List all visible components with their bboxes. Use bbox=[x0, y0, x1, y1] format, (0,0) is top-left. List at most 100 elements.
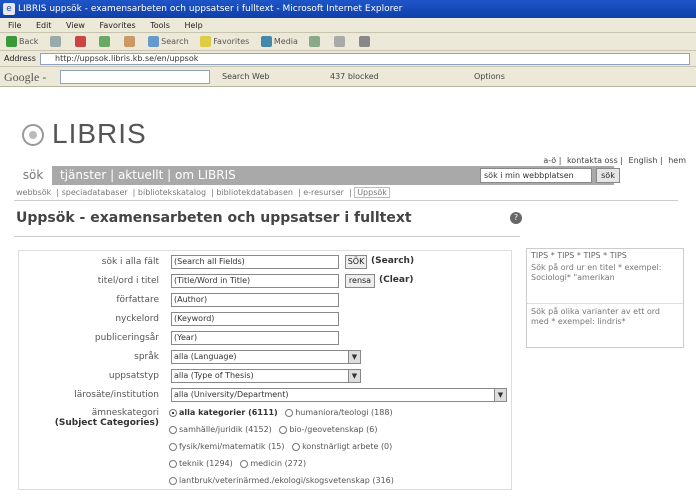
radio-icon bbox=[285, 408, 294, 417]
language-select-value: alla (Language) bbox=[174, 352, 237, 361]
subnav-speciadatabaser[interactable]: speciadatabaser bbox=[62, 188, 128, 197]
radio-option[interactable]: medicin (272) bbox=[240, 459, 306, 468]
thesis-type-select[interactable]: alla (Type of Thesis) ▼ bbox=[171, 369, 361, 383]
clear-label: (Clear) bbox=[379, 275, 414, 285]
university-select[interactable]: alla (University/Department) ▼ bbox=[171, 388, 507, 402]
tip-text: Sök på olika varianter av ett ord med * … bbox=[531, 307, 660, 326]
help-icon[interactable]: ? bbox=[510, 212, 522, 224]
subject-label: ämneskategori bbox=[91, 408, 159, 418]
title-label: titel/ord i titel bbox=[97, 276, 159, 286]
stop-button[interactable] bbox=[74, 33, 88, 51]
top-links: a-ö | kontakta oss | English | hem bbox=[543, 156, 686, 165]
author-input[interactable]: (Author) bbox=[171, 293, 339, 307]
keyword-input[interactable]: (Keyword) bbox=[171, 312, 339, 326]
chevron-down-icon: ▼ bbox=[494, 389, 506, 401]
subnav-bibliotekskatalog[interactable]: bibliotekskatalog bbox=[138, 188, 206, 197]
subject-row: fysik/kemi/matematik (15) konstnärligt a… bbox=[169, 442, 397, 451]
clear-button[interactable]: rensa bbox=[345, 274, 375, 288]
language-select[interactable]: alla (Language) ▼ bbox=[171, 350, 361, 364]
keyword-label: nyckelord bbox=[115, 314, 159, 324]
menu-favorites[interactable]: Favorites bbox=[100, 21, 136, 30]
radio-option[interactable]: konstnärligt arbete (0) bbox=[292, 442, 392, 451]
nav-sok[interactable]: sök bbox=[14, 166, 52, 185]
libris-logo[interactable]: LIBRIS bbox=[52, 118, 147, 150]
back-button[interactable]: Back bbox=[6, 33, 38, 51]
search-button[interactable]: Search bbox=[148, 33, 189, 51]
link-a-o[interactable]: a-ö bbox=[543, 156, 556, 165]
google-search-input[interactable] bbox=[60, 70, 210, 84]
refresh-button[interactable] bbox=[99, 33, 112, 51]
menubar: File Edit View Favorites Tools Help bbox=[0, 18, 696, 33]
menu-help[interactable]: Help bbox=[184, 21, 202, 30]
address-input[interactable]: http://uppsok.libris.kb.se/en/uppsok bbox=[40, 53, 690, 65]
menu-file[interactable]: File bbox=[8, 21, 21, 30]
thesis-type-select-value: alla (Type of Thesis) bbox=[174, 371, 254, 380]
media-button[interactable]: Media bbox=[260, 33, 298, 51]
mail-button[interactable] bbox=[334, 33, 347, 51]
radio-option[interactable]: lantbruk/veterinärmed./ekologi/skogsvete… bbox=[169, 476, 394, 485]
history-button[interactable] bbox=[309, 33, 322, 51]
tip-text: Sök på ord ur en titel * exempel: Sociol… bbox=[531, 263, 662, 282]
popup-blocked-button[interactable]: 437 blocked bbox=[330, 67, 379, 87]
site-search-input[interactable]: sök i min webbplatsen bbox=[480, 168, 592, 183]
address-bar: Address http://uppsok.libris.kb.se/en/up… bbox=[0, 51, 696, 67]
link-contact[interactable]: kontakta oss bbox=[567, 156, 618, 165]
star-icon bbox=[200, 36, 212, 47]
subject-row: alla kategorier (6111) humaniora/teologi… bbox=[169, 408, 398, 417]
nav-items[interactable]: tjänster | aktuellt | om LIBRIS bbox=[60, 166, 236, 185]
radio-option[interactable]: alla kategorier (6111) bbox=[169, 408, 278, 417]
refresh-icon bbox=[99, 36, 111, 47]
home-button[interactable] bbox=[123, 33, 137, 51]
ie-icon: e bbox=[3, 3, 15, 15]
menu-edit[interactable]: Edit bbox=[36, 21, 52, 30]
stop-icon bbox=[74, 36, 86, 47]
google-logo[interactable]: Google - bbox=[4, 70, 46, 84]
favorites-button[interactable]: Favorites bbox=[200, 33, 249, 51]
radio-option[interactable]: bio-/geovetenskap (6) bbox=[279, 425, 377, 434]
search-submit-button[interactable]: SÖK bbox=[345, 255, 367, 269]
forward-arrow-icon bbox=[49, 36, 61, 47]
search-all-input[interactable]: (Search all Fields) bbox=[171, 255, 339, 269]
title-input[interactable]: (Title/Word in Title) bbox=[171, 274, 339, 288]
subnav-e-resurser[interactable]: e-resurser bbox=[303, 188, 344, 197]
subject-row: lantbruk/veterinärmed./ekologi/skogsvete… bbox=[169, 476, 399, 485]
radio-icon bbox=[169, 425, 177, 434]
subnav-uppsok[interactable]: Uppsök bbox=[354, 187, 390, 198]
year-input[interactable]: (Year) bbox=[171, 331, 339, 345]
browser-toolbar: Back Search Favorites Media bbox=[0, 33, 696, 51]
radio-option[interactable]: fysik/kemi/matematik (15) bbox=[169, 442, 285, 451]
tips-header: TIPS * TIPS * TIPS * TIPS bbox=[531, 251, 627, 260]
subnav-bibliotekdatabasen[interactable]: bibliotekdatabasen bbox=[216, 188, 293, 197]
subnav-webbsok[interactable]: webbsök bbox=[16, 188, 51, 197]
chevron-down-icon: ▼ bbox=[348, 370, 360, 382]
search-form: sök i alla fält (Search all Fields) SÖK … bbox=[18, 250, 512, 490]
menu-tools[interactable]: Tools bbox=[150, 21, 170, 30]
web-page: LIBRIS a-ö | kontakta oss | English | he… bbox=[14, 88, 690, 496]
radio-selected-icon bbox=[169, 408, 177, 417]
radio-option[interactable]: teknik (1294) bbox=[169, 459, 233, 468]
forward-button[interactable] bbox=[49, 33, 63, 51]
link-home[interactable]: hem bbox=[668, 156, 686, 165]
divider bbox=[527, 303, 683, 304]
radio-icon bbox=[292, 442, 301, 451]
menu-view[interactable]: View bbox=[66, 21, 85, 30]
print-button[interactable] bbox=[358, 33, 372, 51]
link-english[interactable]: English bbox=[629, 156, 658, 165]
thesis-type-label: uppsatstyp bbox=[108, 371, 159, 381]
search-all-label: sök i alla fält bbox=[101, 257, 159, 267]
google-search-web-button[interactable]: Search Web bbox=[222, 67, 269, 87]
media-icon bbox=[260, 36, 272, 47]
tips-box: TIPS * TIPS * TIPS * TIPS Sök på ord ur … bbox=[526, 248, 684, 348]
site-search-button[interactable]: sök bbox=[596, 168, 620, 183]
radio-option[interactable]: humaniora/teologi (188) bbox=[285, 408, 393, 417]
back-arrow-icon bbox=[6, 36, 17, 47]
radio-icon bbox=[279, 425, 288, 434]
google-options-button[interactable]: Options bbox=[474, 67, 505, 87]
subject-row: samhälle/juridik (4152) bio-/geovetenska… bbox=[169, 425, 382, 434]
page-title: Uppsök - examensarbeten och uppsatser i … bbox=[16, 210, 412, 226]
sub-nav: webbsök | speciadatabaser | bibliotekskata… bbox=[16, 187, 680, 198]
mail-icon bbox=[334, 36, 345, 47]
language-label: språk bbox=[134, 352, 159, 362]
radio-option[interactable]: samhälle/juridik (4152) bbox=[169, 425, 272, 434]
search-icon bbox=[148, 36, 160, 47]
